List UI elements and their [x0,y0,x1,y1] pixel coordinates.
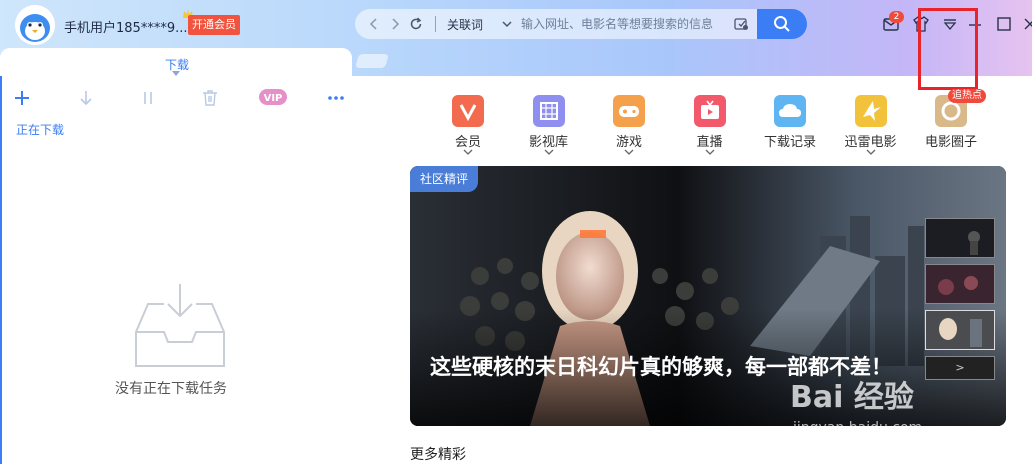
vip-icon-label: VIP [264,93,283,104]
hot-topic-badge: 追热点 [948,89,986,103]
category-label: 直播 [696,135,723,150]
refresh-icon[interactable] [409,17,423,31]
more-section-title: 更多精彩 [410,447,466,463]
trash-icon[interactable] [200,88,220,108]
annotation-highlight-box [918,8,978,90]
banner-thumbnail-active[interactable] [925,310,995,350]
category-label: 迅雷电影 [844,135,897,150]
chevron-down-icon[interactable] [501,18,513,30]
avatar[interactable] [15,5,55,45]
forward-icon[interactable] [388,17,402,31]
maximize-icon[interactable] [995,15,1013,33]
bookmark-icon[interactable] [733,16,749,32]
address-bar: 关联词 [355,9,757,39]
banner-tag: 社区精评 [410,166,479,192]
more-icon[interactable] [326,88,346,108]
back-icon[interactable] [367,17,381,31]
category-label: 游戏 [615,135,642,150]
download-arrow-icon[interactable] [76,88,96,108]
banner-thumbnail[interactable] [925,218,995,258]
category-label: 下载记录 [763,135,816,150]
film-icon [532,95,565,127]
tab-new[interactable] [355,54,389,68]
watermark-url: jingyan.baidu.com [793,420,923,436]
bird-avatar-icon [15,5,55,45]
category-item[interactable]: 游戏 [597,95,661,161]
category-label: 电影圈子 [924,135,977,150]
thumbnail-image [926,265,994,303]
search-button[interactable] [757,9,807,39]
category-label: 影视库 [528,135,568,150]
address-divider [435,16,436,32]
bird-icon [854,95,887,127]
category-item[interactable]: 迅雷电影 [839,95,903,161]
empty-state-text: 没有正在下载任务 [115,381,227,397]
open-vip-button[interactable]: 开通会员 [188,15,240,35]
category-item[interactable]: 直播 [678,95,742,161]
search-input[interactable] [521,13,721,35]
thumbnail-image [926,311,994,349]
cloud-icon [774,95,806,127]
vip-v-icon [452,95,484,127]
thumbnail-image [926,219,994,257]
message-badge: 2 [889,11,904,23]
empty-inbox-icon [135,284,225,367]
category-item[interactable]: 下载记录 [758,95,822,161]
pause-icon[interactable] [138,88,158,108]
close-icon[interactable] [1020,15,1032,33]
tv-icon [693,95,726,127]
category-item[interactable]: 会员 [436,95,500,161]
gamepad-icon [613,95,645,127]
add-task-icon[interactable] [12,88,32,108]
downloading-section-label[interactable]: 正在下载 [16,121,64,138]
search-mode-label[interactable]: 关联词 [447,16,483,33]
username[interactable]: 手机用户185****9... [64,17,187,36]
search-icon [774,16,790,32]
category-item[interactable]: 影视库 [517,95,581,161]
banner-thumbnail[interactable] [925,264,995,304]
featured-banner[interactable]: 社区精评 这些硬核的末日科幻片真的够爽，每一部都不差！ > [410,166,1006,426]
banner-more-button[interactable]: > [925,356,995,380]
banner-thumbnails: > [925,218,995,380]
watermark-logo: Bai 经验 [790,380,914,415]
category-label: 会员 [454,135,481,150]
vip-icon[interactable]: VIP [259,89,287,105]
banner-image [410,166,1006,426]
category-item[interactable]: 电影圈子 [919,95,983,161]
